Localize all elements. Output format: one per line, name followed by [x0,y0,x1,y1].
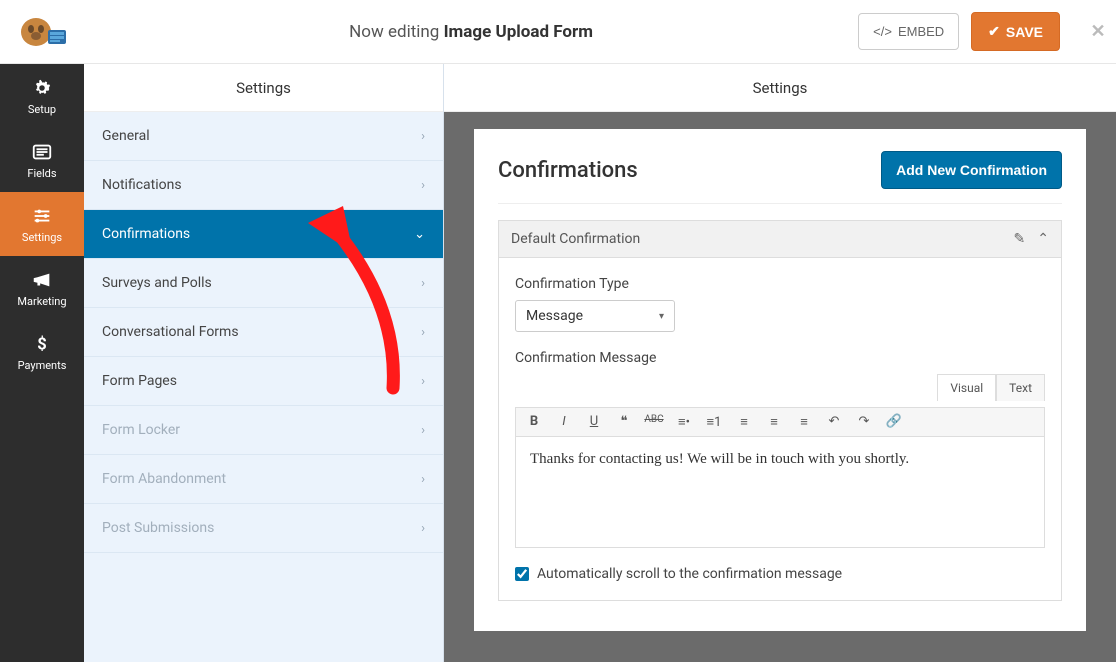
number-list-icon[interactable]: ≡1 [704,414,724,430]
confirmations-card: Confirmations Add New Confirmation Defau… [474,129,1086,631]
select-value: Message [526,308,583,324]
subnav-label: Conversational Forms [102,324,239,340]
underline-icon[interactable]: U [584,414,604,430]
top-bar: Now editing Image Upload Form </> EMBED … [0,0,1116,64]
tab-visual[interactable]: Visual [937,374,996,401]
quote-icon[interactable]: ❝ [614,414,634,430]
tab-text[interactable]: Text [996,374,1045,401]
chevron-down-icon: ⌄ [414,227,425,242]
chevron-down-icon: ▾ [659,311,664,322]
close-button[interactable]: ✕ [1080,21,1116,42]
editing-title: Now editing Image Upload Form [84,22,858,42]
form-name: Image Upload Form [444,22,593,42]
subnav-label: Form Abandonment [102,471,226,487]
subnav-surveys[interactable]: Surveys and Polls › [84,259,443,308]
nav-label: Fields [27,167,56,180]
chevron-right-icon: › [421,178,425,193]
top-actions: </> EMBED ✔ SAVE [858,12,1080,51]
subnav-label: Notifications [102,177,182,193]
subnav-form-pages[interactable]: Form Pages › [84,357,443,406]
scroll-checkbox[interactable] [515,567,529,581]
editor-content[interactable]: Thanks for contacting us! We will be in … [516,437,1044,547]
embed-button[interactable]: </> EMBED [858,13,959,50]
subnav-title: Settings [84,64,443,112]
left-nav: Setup Fields Settings Marketing $ Paymen… [0,64,84,662]
strikethrough-icon[interactable]: ABC [644,414,664,430]
subnav-post-submissions[interactable]: Post Submissions › [84,504,443,553]
message-label: Confirmation Message [515,350,1045,366]
chevron-right-icon: › [421,374,425,389]
bullhorn-icon [31,269,53,291]
save-label: SAVE [1006,24,1043,40]
app-logo [0,10,84,54]
editor-tabs: Visual Text [515,374,1045,401]
editor: B I U ❝ ABC ≡• ≡1 ≡ ≡ ≡ ↶ ↷ 🔗 Than [515,407,1045,548]
subnav-label: Surveys and Polls [102,275,212,291]
subnav-form-locker[interactable]: Form Locker › [84,406,443,455]
align-center-icon[interactable]: ≡ [764,414,784,430]
nav-label: Setup [28,103,56,116]
nav-label: Payments [18,359,67,372]
confirmation-body: Confirmation Type Message ▾ Confirmation… [498,258,1062,601]
add-confirmation-button[interactable]: Add New Confirmation [881,151,1062,189]
edit-icon[interactable]: ✎ [1014,231,1026,247]
nav-settings[interactable]: Settings [0,192,84,256]
embed-label: EMBED [898,24,944,39]
list-icon [31,141,53,163]
content-area: Settings Confirmations Add New Confirmat… [444,64,1116,662]
align-left-icon[interactable]: ≡ [734,414,754,430]
gear-icon [31,77,53,99]
dollar-icon: $ [31,333,53,355]
chevron-right-icon: › [421,129,425,144]
subnav-label: Form Pages [102,373,177,389]
scroll-label: Automatically scroll to the confirmation… [537,566,842,582]
type-label: Confirmation Type [515,276,1045,292]
save-button[interactable]: ✔ SAVE [971,12,1060,51]
subnav-notifications[interactable]: Notifications › [84,161,443,210]
editor-toolbar: B I U ❝ ABC ≡• ≡1 ≡ ≡ ≡ ↶ ↷ 🔗 [516,408,1044,437]
confirmation-type-select[interactable]: Message ▾ [515,300,675,332]
scroll-checkbox-row[interactable]: Automatically scroll to the confirmation… [515,566,1045,582]
nav-label: Marketing [17,295,66,308]
undo-icon[interactable]: ↶ [824,414,844,430]
chevron-right-icon: › [421,325,425,340]
confirmation-tools: ✎ ⌃ [1014,231,1049,247]
italic-icon[interactable]: I [554,414,574,430]
confirmation-title: Default Confirmation [511,231,640,247]
bullet-list-icon[interactable]: ≡• [674,414,694,430]
collapse-icon[interactable]: ⌃ [1037,231,1049,247]
align-right-icon[interactable]: ≡ [794,414,814,430]
editing-prefix: Now editing [349,22,443,42]
code-icon: </> [873,24,892,39]
nav-payments[interactable]: $ Payments [0,320,84,384]
bold-icon[interactable]: B [524,414,544,430]
subnav-form-abandonment[interactable]: Form Abandonment › [84,455,443,504]
chevron-right-icon: › [421,521,425,536]
subnav-label: Post Submissions [102,520,214,536]
nav-label: Settings [22,231,62,244]
nav-setup[interactable]: Setup [0,64,84,128]
chevron-right-icon: › [421,276,425,291]
subnav-confirmations[interactable]: Confirmations ⌄ [84,210,443,259]
confirmation-item-header[interactable]: Default Confirmation ✎ ⌃ [498,220,1062,258]
settings-subnav: Settings General › Notifications › Confirm… [84,64,444,662]
subnav-label: Confirmations [102,226,190,242]
nav-fields[interactable]: Fields [0,128,84,192]
subnav-label: Form Locker [102,422,180,438]
card-header: Confirmations Add New Confirmation [498,151,1062,204]
subnav-conversational[interactable]: Conversational Forms › [84,308,443,357]
redo-icon[interactable]: ↷ [854,414,874,430]
confirmations-heading: Confirmations [498,158,638,183]
nav-marketing[interactable]: Marketing [0,256,84,320]
chevron-right-icon: › [421,472,425,487]
check-icon: ✔ [988,23,1000,40]
svg-text:$: $ [37,335,46,354]
subnav-general[interactable]: General › [84,112,443,161]
sliders-icon [31,205,53,227]
subnav-label: General [102,128,150,144]
chevron-right-icon: › [421,423,425,438]
link-icon[interactable]: 🔗 [884,414,904,430]
content-title-bar: Settings [444,64,1116,112]
